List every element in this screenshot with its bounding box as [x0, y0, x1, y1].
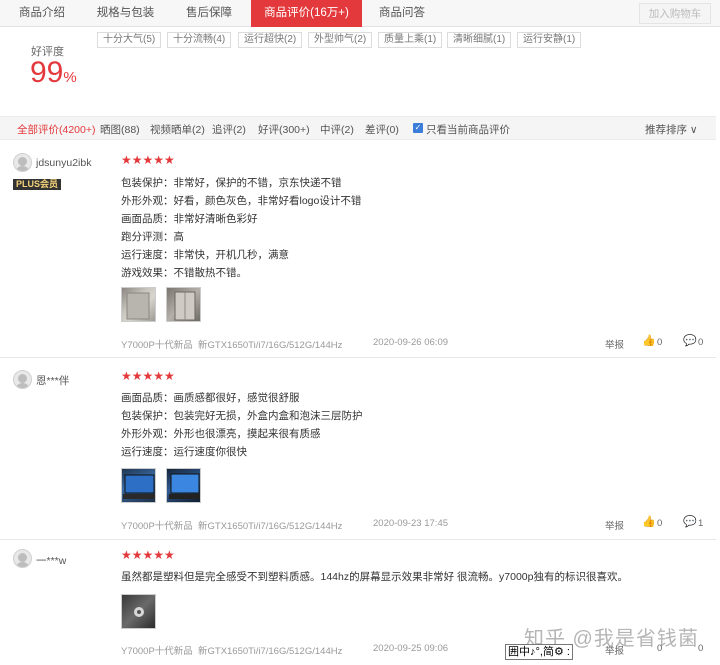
comment-count: 1 — [698, 518, 704, 529]
review-tag[interactable]: 清晰细腻(1) — [447, 32, 512, 48]
review-text-line: 画面品质：画质感都很好，感觉很舒服 — [121, 392, 300, 404]
comment-count: 0 — [698, 337, 704, 348]
review-tag[interactable]: 运行超快(2) — [238, 32, 303, 48]
comment-icon[interactable]: 💬 — [683, 334, 697, 347]
like-count: 0 — [657, 518, 663, 529]
review-text-line: 运行速度：运行速度你很快 — [121, 446, 247, 458]
avatar — [13, 370, 32, 389]
report-link[interactable]: 举报 — [605, 337, 624, 351]
review-text-line: 游戏效果：不错散热不错。 — [121, 267, 247, 279]
review-photo-thumbnail[interactable] — [166, 468, 201, 503]
review-username: 一***w — [36, 555, 67, 567]
review-text-line: 虽然都是塑料但是完全感受不到塑料质感。144hz的屏幕显示效果非常好 很流畅。y… — [121, 571, 628, 583]
review-text-line: 跑分评测：高 — [121, 231, 184, 243]
filter-positive[interactable]: 好评(300+) — [258, 122, 310, 137]
review-tag[interactable]: 十分大气(5) — [97, 32, 162, 48]
review-date: 2020-09-25 09:06 — [373, 643, 449, 654]
report-link[interactable]: 举报 — [605, 518, 624, 532]
review-product-spec: 新GTX1650Ti/i7/16G/512G/144Hz — [198, 646, 343, 657]
avatar — [13, 153, 32, 172]
thumbs-up-icon[interactable]: 👍 — [642, 334, 656, 347]
tab-specs-packaging[interactable]: 规格与包装 — [84, 0, 167, 27]
filter-all[interactable]: 全部评价(4200+) — [17, 122, 95, 137]
review-tag[interactable]: 外型帅气(2) — [308, 32, 373, 48]
review-product-model: Y7000P十代新品 — [121, 340, 193, 351]
rating-stars: ★★★★★ — [121, 369, 175, 383]
rating-stars: ★★★★★ — [121, 153, 175, 167]
filter-photos[interactable]: 晒图(88) — [100, 122, 140, 137]
filter-video[interactable]: 视频晒单(2) — [150, 122, 205, 137]
review-product-spec: 新GTX1650Ti/i7/16G/512G/144Hz — [198, 340, 343, 351]
current-product-checkbox[interactable]: ✓ — [413, 123, 423, 133]
review-photo-thumbnail[interactable] — [121, 287, 156, 322]
rating-number: 99 — [30, 56, 64, 89]
review-photo-thumbnail[interactable] — [121, 468, 156, 503]
review-text-line: 外形外观：好看，颜色灰色，非常好看logo设计不错 — [121, 195, 362, 207]
review-product-model: Y7000P十代新品 — [121, 646, 193, 657]
review-product-spec: 新GTX1650Ti/i7/16G/512G/144Hz — [198, 521, 343, 532]
review-text-line: 包装保护：非常好，保护的不错，京东快递不错 — [121, 177, 342, 189]
tab-qa[interactable]: 商品问答 — [362, 0, 442, 27]
review-date: 2020-09-26 06:09 — [373, 337, 449, 348]
rating-stars: ★★★★★ — [121, 548, 175, 562]
current-product-label[interactable]: 只看当前商品评价 — [426, 122, 510, 137]
review-username: 恩***伴 — [36, 375, 70, 387]
review-filter-bar: 全部评价(4200+) 晒图(88) 视频晒单(2) 追评(2) 好评(300+… — [0, 116, 716, 140]
chevron-down-icon: ∨ — [689, 124, 698, 136]
tab-after-sales[interactable]: 售后保障 — [167, 0, 251, 27]
filter-negative[interactable]: 差评(0) — [365, 122, 399, 137]
review-product-model: Y7000P十代新品 — [121, 521, 193, 532]
product-tab-bar: 商品介绍 规格与包装 售后保障 商品评价(16万+) 商品问答 加入购物车 — [0, 0, 720, 27]
filter-followup[interactable]: 追评(2) — [212, 122, 246, 137]
sort-label: 推荐排序 — [645, 124, 687, 136]
ime-toolbar[interactable]: 囲中♪°,简⚙ : — [505, 644, 573, 660]
filter-neutral[interactable]: 中评(2) — [320, 122, 354, 137]
review-tag[interactable]: 运行安静(1) — [517, 32, 582, 48]
add-to-cart-button[interactable]: 加入购物车 — [639, 3, 711, 24]
review-date: 2020-09-23 17:45 — [373, 518, 449, 529]
review-text-line: 画面品质：非常好清晰色彩好 — [121, 213, 258, 225]
comment-icon[interactable]: 💬 — [683, 515, 697, 528]
review-text-line: 包装保护：包装完好无损，外盒内盒和泡沫三层防护 — [121, 410, 363, 422]
rating-unit: % — [63, 69, 77, 86]
avatar — [13, 549, 32, 568]
review-username: jdsunyu2ibk — [36, 157, 92, 169]
rating-value: 99% — [30, 54, 77, 97]
tab-reviews[interactable]: 商品评价(16万+) — [251, 0, 362, 27]
review-text-line: 外形外观：外形也很漂亮，摸起来很有质感 — [121, 428, 321, 440]
sort-dropdown[interactable]: 推荐排序 ∨ — [645, 122, 698, 137]
thumbs-up-icon[interactable]: 👍 — [642, 515, 656, 528]
tab-product-intro[interactable]: 商品介绍 — [0, 0, 84, 27]
review-item: jdsunyu2ibk PLUS会员 ★★★★★ 包装保护：非常好，保护的不错，… — [0, 141, 716, 358]
like-count: 0 — [657, 337, 663, 348]
review-photo-thumbnail[interactable] — [166, 287, 201, 322]
review-photo-thumbnail[interactable] — [121, 594, 156, 629]
review-tag[interactable]: 十分流畅(4) — [167, 32, 232, 48]
plus-member-badge: PLUS会员 — [13, 179, 62, 190]
review-text-line: 运行速度：非常快，开机几秒，满意 — [121, 249, 289, 261]
review-item: 恩***伴 ★★★★★ 画面品质：画质感都很好，感觉很舒服 包装保护：包装完好无… — [0, 358, 716, 540]
review-tag[interactable]: 质量上乘(1) — [378, 32, 443, 48]
